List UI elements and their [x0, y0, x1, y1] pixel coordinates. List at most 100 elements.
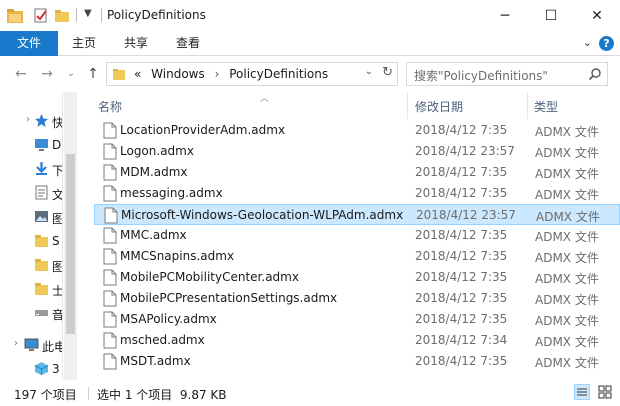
computer-icon: [24, 338, 39, 351]
file-name: Logon.admx: [120, 144, 194, 158]
up-button[interactable]: ↑: [84, 65, 102, 83]
maximize-button[interactable]: ☐: [528, 0, 574, 31]
app-icon: [7, 9, 23, 23]
file-date: 2018/4/12 7:35: [415, 186, 508, 200]
nav-item-pictures[interactable]: 图: [0, 206, 62, 228]
file-name: MMC.admx: [120, 228, 187, 242]
nav-item-folder-pictures[interactable]: 图: [0, 254, 62, 276]
file-row[interactable]: messaging.admx 2018/4/12 7:35 ADMX 文件: [94, 183, 620, 204]
file-type: ADMX 文件: [535, 146, 599, 160]
tab-view[interactable]: 查看: [166, 31, 210, 56]
toolbar-divider: [76, 8, 77, 22]
3d-objects-icon: [34, 362, 49, 375]
minimize-button[interactable]: ─: [482, 0, 528, 31]
nav-item-documents[interactable]: 文: [0, 182, 62, 204]
nav-item-folder-s[interactable]: S: [0, 230, 62, 252]
tab-share[interactable]: 共享: [114, 31, 158, 56]
title-divider: [101, 8, 102, 22]
file-row[interactable]: Logon.admx 2018/4/12 23:57 ADMX 文件: [94, 141, 620, 162]
file-row[interactable]: Microsoft-Windows-Geolocation-WLPAdm.adm…: [94, 204, 620, 225]
file-row[interactable]: MobilePCPresentationSettings.admx 2018/4/…: [94, 288, 620, 309]
star-icon: [35, 114, 48, 127]
refresh-icon[interactable]: ↻: [382, 65, 393, 80]
column-header-date[interactable]: 修改日期: [415, 98, 463, 115]
nav-item-quick-access[interactable]: › 快速: [0, 110, 62, 132]
file-row[interactable]: MMC.admx 2018/4/12 7:35 ADMX 文件: [94, 225, 620, 246]
address-dropdown-icon[interactable]: ⌄: [365, 66, 373, 77]
breadcrumb-separator-icon[interactable]: ›: [215, 67, 220, 81]
ribbon-expand-icon[interactable]: ⌄: [583, 36, 592, 49]
file-icon: [103, 311, 117, 328]
file-name: MobilePCPresentationSettings.admx: [120, 291, 338, 305]
breadcrumb-overflow[interactable]: «: [134, 67, 141, 81]
vertical-scrollbar[interactable]: [64, 92, 77, 380]
file-date: 2018/4/12 7:35: [415, 165, 508, 179]
customize-toolbar-button[interactable]: ▼: [84, 8, 92, 19]
file-row[interactable]: MDM.admx 2018/4/12 7:35 ADMX 文件: [94, 162, 620, 183]
status-divider: [88, 387, 89, 400]
file-icon: [103, 248, 117, 265]
search-placeholder[interactable]: 搜索"PolicyDefinitions": [414, 67, 548, 84]
breadcrumb-item-policydefinitions[interactable]: PolicyDefinitions: [229, 67, 328, 81]
forward-button[interactable]: →: [38, 65, 56, 83]
file-icon: [103, 269, 117, 286]
file-icon: [103, 143, 117, 160]
folder-icon: [35, 283, 48, 295]
column-divider[interactable]: [527, 92, 528, 119]
file-icon: [103, 164, 117, 181]
address-bar[interactable]: « Windows › PolicyDefinitions ⌄ ↻: [106, 62, 398, 86]
file-name: messaging.admx: [120, 186, 223, 200]
details-view-icon[interactable]: [574, 384, 590, 400]
nav-item-3d-objects[interactable]: 3: [0, 358, 62, 380]
file-icon: [103, 353, 117, 370]
file-date: 2018/4/12 23:57: [416, 208, 516, 222]
document-icon: [35, 185, 48, 200]
file-row[interactable]: MSDT.admx 2018/4/12 7:35 ADMX 文件: [94, 351, 620, 372]
file-type: ADMX 文件: [535, 314, 599, 328]
tab-file[interactable]: 文件: [0, 31, 58, 56]
file-row[interactable]: MobilePCMobilityCenter.admx 2018/4/12 7:3…: [94, 267, 620, 288]
window-title: PolicyDefinitions: [107, 8, 206, 22]
file-date: 2018/4/12 7:35: [415, 228, 508, 242]
file-date: 2018/4/12 7:35: [415, 270, 508, 284]
nav-item-desktop[interactable]: D: [0, 134, 62, 156]
close-button[interactable]: ✕: [574, 0, 620, 31]
scrollbar-thumb[interactable]: [66, 154, 75, 334]
column-divider[interactable]: [407, 92, 408, 119]
file-row[interactable]: LocationProviderAdm.admx 2018/4/12 7:35 AD…: [94, 120, 620, 141]
file-name: LocationProviderAdm.admx: [120, 123, 286, 137]
file-icon: [104, 207, 118, 224]
expand-icon[interactable]: ›: [26, 114, 30, 125]
file-row[interactable]: MMCSnapins.admx 2018/4/12 7:35 ADMX 文件: [94, 246, 620, 267]
search-box[interactable]: 搜索"PolicyDefinitions": [406, 62, 608, 86]
recent-locations-button[interactable]: ⌄: [62, 65, 80, 83]
large-icons-view-icon[interactable]: [597, 384, 613, 400]
nav-item-this-pc[interactable]: › 此电: [0, 334, 62, 356]
expand-icon[interactable]: ›: [14, 338, 18, 349]
new-folder-icon[interactable]: [54, 7, 71, 24]
file-date: 2018/4/12 7:35: [415, 249, 508, 263]
file-row[interactable]: MSAPolicy.admx 2018/4/12 7:35 ADMX 文件: [94, 309, 620, 330]
nav-item-downloads[interactable]: 下: [0, 158, 62, 180]
selection-info: 选中 1 个项目 9.87 KB: [97, 388, 227, 402]
search-icon[interactable]: [588, 67, 602, 81]
back-button[interactable]: ←: [12, 65, 30, 83]
folder-icon: [35, 259, 48, 271]
drive-icon: [35, 310, 48, 316]
status-bar: 197 个项目 选中 1 个项目 9.87 KB: [0, 380, 620, 406]
column-header-name[interactable]: 名称: [98, 98, 122, 115]
help-icon[interactable]: ?: [599, 36, 614, 51]
file-name: MobilePCMobilityCenter.admx: [120, 270, 299, 284]
nav-item-music[interactable]: 音: [0, 302, 62, 324]
file-type: ADMX 文件: [535, 125, 599, 139]
breadcrumb: « Windows › PolicyDefinitions: [134, 67, 328, 81]
tab-home[interactable]: 主页: [62, 31, 106, 56]
nav-item-folder-shi[interactable]: 士: [0, 278, 62, 300]
file-row[interactable]: msched.admx 2018/4/12 7:34 ADMX 文件: [94, 330, 620, 351]
column-headers: ︿ 名称 修改日期 类型: [78, 92, 620, 119]
breadcrumb-item-windows[interactable]: Windows: [151, 67, 205, 81]
file-name: MSAPolicy.admx: [120, 312, 217, 326]
column-header-type[interactable]: 类型: [534, 98, 558, 115]
file-name: MMCSnapins.admx: [120, 249, 235, 263]
properties-icon[interactable]: [33, 7, 49, 24]
